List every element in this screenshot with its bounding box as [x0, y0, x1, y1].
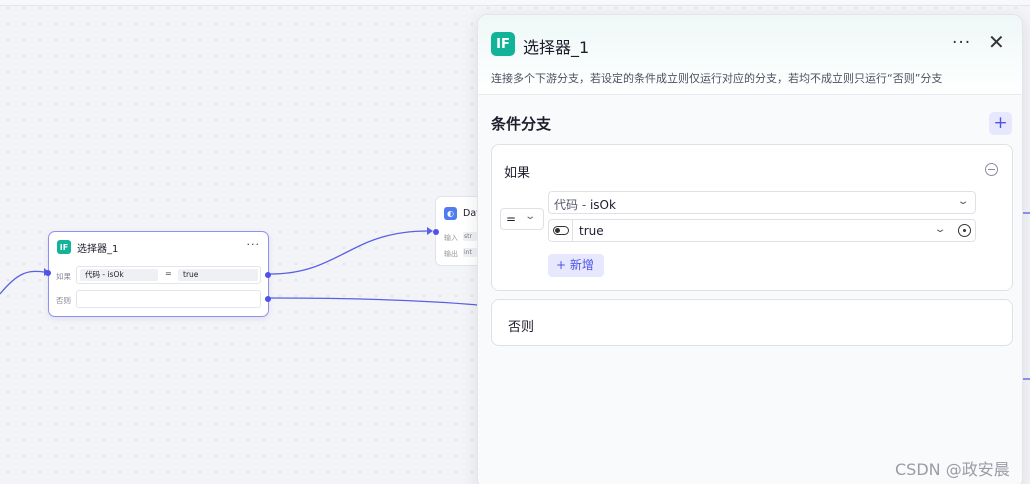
else-label: 否则 [508, 320, 535, 335]
day-node-input-port[interactable] [433, 229, 439, 235]
variable-prefix: 代码 - [554, 198, 590, 212]
edge-if-to-day [269, 230, 429, 275]
day-node-output-chip: int [463, 248, 477, 257]
more-icon[interactable]: ··· [247, 238, 261, 251]
variable-select[interactable]: 代码 - isOk ⌄ [548, 191, 976, 214]
node-else-box[interactable] [76, 290, 261, 308]
edge-incoming [0, 270, 45, 295]
more-icon[interactable]: ··· [952, 33, 971, 53]
edge-else [269, 297, 479, 306]
panel-description: 连接多个下游分支，若设定的条件成立则仅运行对应的分支，若均不成立则只运行“否则”… [491, 72, 943, 85]
variable-name: isOk [589, 198, 616, 212]
selector-node-title: 选择器_1 [77, 243, 119, 255]
add-condition-button[interactable]: + 新增 [548, 254, 604, 277]
operator-value: = [506, 212, 517, 226]
if-icon: IF [57, 240, 71, 254]
operator-select[interactable]: = ⌄ [500, 208, 544, 230]
code-icon: ◐ [444, 207, 457, 220]
if-output-port[interactable] [265, 272, 271, 278]
section-title: 条件分支 [491, 115, 552, 133]
if-icon: IF [491, 32, 515, 56]
value-type-toggle[interactable] [549, 220, 573, 241]
selector-node-header: IF 选择器_1 [57, 239, 118, 255]
panel-title[interactable]: 选择器_1 [523, 34, 589, 58]
watermark: CSDN @政安晨 [895, 460, 1010, 479]
chevron-down-icon[interactable]: ⌄ [934, 224, 947, 235]
day-node-input-label: 输入 [444, 234, 458, 242]
node-condition-variable: 代码 - isOk [80, 269, 158, 281]
chevron-down-icon: ⌄ [524, 211, 537, 222]
add-branch-button[interactable]: + [989, 112, 1012, 135]
node-condition-value: true [178, 269, 258, 281]
node-else-label: 否则 [56, 296, 71, 305]
branch-label: 如果 [504, 166, 531, 181]
remove-branch-icon[interactable] [985, 163, 998, 176]
day-node-input-chip: str [463, 232, 477, 241]
value-text: true [579, 224, 604, 238]
input-port[interactable] [45, 270, 51, 276]
chevron-down-icon: ⌄ [956, 196, 970, 207]
day-node-output-label: 输出 [444, 250, 458, 258]
toggle-icon [553, 226, 569, 235]
close-icon[interactable]: ✕ [988, 30, 1005, 54]
else-branch-card: 否则 [491, 299, 1013, 346]
selector-config-panel: IF 选择器_1 ··· ✕ 连接多个下游分支，若设定的条件成立则仅运行对应的分… [477, 14, 1023, 484]
node-if-condition[interactable]: 代码 - isOk = true [76, 266, 261, 284]
else-output-port[interactable] [265, 296, 271, 302]
if-branch-card: 如果 = ⌄ 代码 - isOk ⌄ true ⌄ + 新增 [491, 144, 1013, 291]
selector-node[interactable]: IF 选择器_1 ··· 如果 代码 - isOk = true 否则 [45, 231, 271, 317]
node-condition-operator: = [165, 269, 172, 278]
node-if-label: 如果 [56, 272, 71, 281]
reference-icon[interactable] [958, 224, 971, 237]
panel-header: IF 选择器_1 ··· ✕ 连接多个下游分支，若设定的条件成立则仅运行对应的分… [478, 15, 1022, 95]
value-input[interactable]: true ⌄ [548, 219, 976, 242]
